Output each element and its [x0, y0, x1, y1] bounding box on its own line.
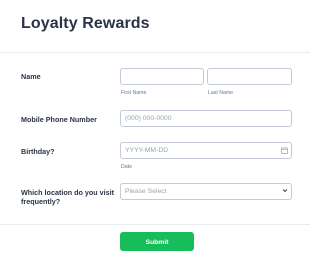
- last-name-input[interactable]: [207, 68, 292, 85]
- location-label-line2: frequently?: [21, 197, 61, 206]
- location-selected-value: Please Select: [125, 188, 167, 195]
- phone-input[interactable]: (000) 000-0000: [120, 110, 292, 127]
- birthday-input[interactable]: YYYY-MM-DD: [120, 142, 292, 159]
- phone-label: Mobile Phone Number: [21, 115, 97, 124]
- name-label: Name: [21, 72, 41, 81]
- footer-divider: [0, 224, 310, 225]
- first-name-sublabel: First Name: [121, 90, 147, 96]
- last-name-sublabel: Last Name: [208, 90, 234, 96]
- location-label: Which location do you visit frequently?: [21, 188, 114, 206]
- submit-button[interactable]: Submit: [120, 232, 194, 251]
- first-name-input[interactable]: [120, 68, 204, 85]
- location-select[interactable]: Please Select: [120, 183, 292, 200]
- chevron-down-icon[interactable]: [282, 188, 288, 193]
- form-header: Loyalty Rewards: [0, 0, 310, 53]
- page-title: Loyalty Rewards: [21, 15, 150, 32]
- birthday-label: Birthday?: [21, 147, 55, 156]
- calendar-icon[interactable]: [281, 147, 288, 154]
- birthday-sublabel: Date: [121, 164, 132, 170]
- location-label-line1: Which location do you visit: [21, 188, 115, 197]
- birthday-placeholder: YYYY-MM-DD: [125, 147, 169, 154]
